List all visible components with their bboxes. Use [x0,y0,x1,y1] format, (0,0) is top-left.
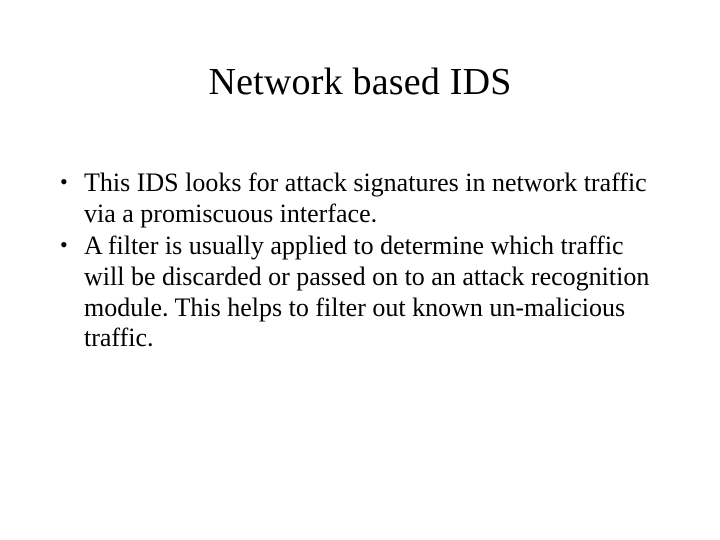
list-item: A filter is usually applied to determine… [56,231,664,354]
slide: Network based IDS This IDS looks for att… [0,0,720,540]
list-item: This IDS looks for attack signatures in … [56,168,664,229]
bullet-list: This IDS looks for attack signatures in … [56,168,664,354]
slide-title: Network based IDS [56,60,664,104]
